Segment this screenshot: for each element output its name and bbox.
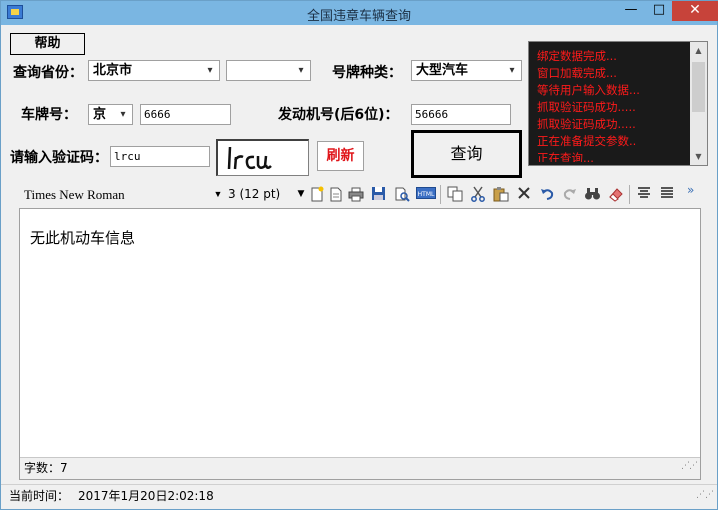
font-family-select[interactable]: Times New Roman ▼: [19, 184, 223, 205]
captcha-input[interactable]: lrcu: [110, 146, 210, 167]
query-button[interactable]: 查询: [411, 130, 522, 178]
html-icon[interactable]: HTML: [416, 186, 436, 203]
resize-grip-icon[interactable]: ⋰⋰: [696, 484, 714, 506]
plate-prefix-select[interactable]: 京 ▾: [88, 104, 133, 125]
cut-icon[interactable]: [469, 186, 486, 203]
log-line: 绑定数据完成...: [537, 49, 617, 63]
align-center-icon[interactable]: [635, 186, 652, 203]
new-doc-icon[interactable]: [308, 186, 325, 203]
log-line: 抓取验证码成功.....: [537, 100, 636, 114]
captcha-label: 请输入验证码：: [10, 150, 108, 166]
resize-grip-icon[interactable]: ⋰⋰: [681, 456, 698, 476]
copy-icon[interactable]: [446, 186, 463, 203]
plate-type-label: 号牌种类：: [332, 65, 402, 81]
province-select[interactable]: 北京市 ▾: [88, 60, 220, 81]
result-editor[interactable]: 无此机动车信息 字数：7 ⋰⋰: [19, 208, 701, 480]
window-title: 全国违章车辆查询: [306, 9, 411, 24]
city-select[interactable]: ▾: [226, 60, 311, 81]
find-icon[interactable]: [584, 186, 601, 203]
log-line: 正在查询...: [537, 151, 594, 162]
scroll-up-icon[interactable]: ▲: [690, 42, 707, 59]
plate-prefix-value: 京: [93, 107, 107, 122]
plate-type-value: 大型汽车: [416, 63, 469, 78]
log-line: 正在准备提交参数..: [537, 134, 637, 148]
font-size-value: 3 (12 pt): [228, 187, 281, 201]
chevron-down-icon: ▾: [120, 109, 126, 120]
maximize-button[interactable]: □: [646, 1, 672, 21]
refresh-captcha-button[interactable]: 刷新: [317, 141, 364, 171]
justify-icon[interactable]: [658, 186, 675, 203]
plate-label: 车牌号：: [21, 107, 77, 123]
chevron-down-icon: ▾: [207, 65, 213, 76]
print-icon[interactable]: [347, 186, 364, 203]
preview-icon[interactable]: [393, 186, 410, 203]
chevron-down-icon: ▾: [509, 65, 515, 76]
toolbar-separator: [629, 185, 630, 204]
minimize-button[interactable]: —: [618, 1, 644, 21]
main-window: 全国违章车辆查询 — □ ✕ 帮助 查询省份： 北京市 ▾ ▾ 号牌种类： 大型…: [0, 0, 718, 510]
province-label: 查询省份：: [13, 65, 83, 81]
log-line: 抓取验证码成功.....: [537, 117, 636, 131]
help-button[interactable]: 帮助: [10, 33, 85, 55]
caret-down-icon: ▼: [213, 189, 223, 199]
word-count: 字数：7: [24, 461, 68, 475]
scroll-thumb[interactable]: [692, 62, 705, 112]
plate-type-select[interactable]: 大型汽车 ▾: [411, 60, 522, 81]
chevron-down-icon: ▾: [298, 65, 304, 76]
status-bar: 当前时间： 2017年1月20日2:02:18 ⋰⋰: [1, 484, 717, 509]
close-button[interactable]: ✕: [672, 1, 718, 21]
save-icon[interactable]: [370, 186, 387, 203]
paste-icon[interactable]: [492, 186, 509, 203]
toolbar-overflow-icon[interactable]: »: [687, 183, 694, 197]
current-time-label: 当前时间：: [9, 489, 70, 503]
log-scrollbar[interactable]: ▲ ▼: [690, 42, 707, 165]
current-time-value: 2017年1月20日2:02:18: [78, 489, 214, 503]
log-panel: 绑定数据完成... 窗口加载完成... 等待用户输入数据... 抓取验证码成功.…: [528, 41, 708, 166]
editor-toolbar: Times New Roman ▼ 3 (12 pt) ▼ HTML »: [19, 183, 701, 206]
engine-number-input[interactable]: 56666: [411, 104, 511, 125]
plate-number-input[interactable]: 6666: [140, 104, 231, 125]
province-value: 北京市: [93, 63, 133, 78]
log-list: 绑定数据完成... 窗口加载完成... 等待用户输入数据... 抓取验证码成功.…: [537, 48, 687, 162]
scroll-down-icon[interactable]: ▼: [690, 148, 707, 165]
undo-icon[interactable]: [538, 186, 555, 203]
delete-icon[interactable]: [515, 186, 532, 203]
editor-content[interactable]: 无此机动车信息: [30, 227, 135, 248]
eraser-icon[interactable]: [607, 186, 624, 203]
font-family-value: Times New Roman: [24, 187, 125, 202]
log-line: 等待用户输入数据...: [537, 83, 640, 97]
captcha-image[interactable]: [216, 139, 309, 176]
engine-label: 发动机号(后6位)：: [278, 107, 399, 123]
svg-text:HTML: HTML: [418, 191, 435, 198]
title-bar: 全国违章车辆查询 — □ ✕: [1, 1, 718, 25]
word-count-bar: 字数：7 ⋰⋰: [20, 457, 700, 479]
open-doc-icon[interactable]: [327, 186, 344, 203]
toolbar-separator: [440, 185, 441, 204]
redo-icon[interactable]: [561, 186, 578, 203]
captcha-image-drawing: [227, 146, 272, 170]
font-size-select[interactable]: 3 (12 pt) ▼: [226, 184, 306, 205]
log-line: 窗口加载完成...: [537, 66, 617, 80]
caret-down-icon: ▼: [297, 189, 305, 199]
